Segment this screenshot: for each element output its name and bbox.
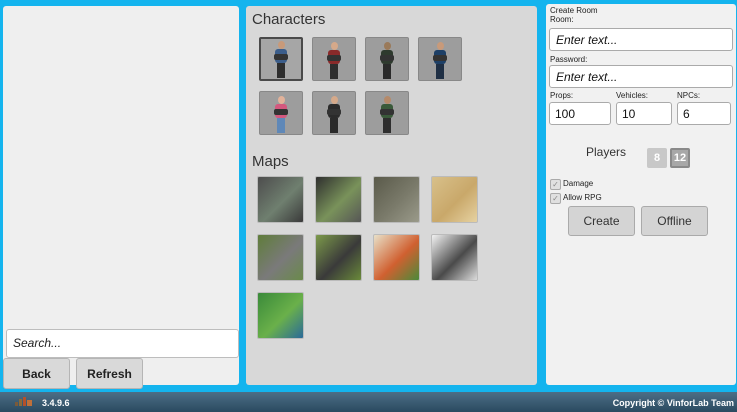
offline-button[interactable]: Offline (641, 206, 708, 236)
password-input[interactable]: Enter text... (549, 65, 733, 88)
character-thumb-char-1[interactable] (259, 37, 303, 81)
studio-logo-icon (15, 397, 32, 406)
selection-panel: Characters Maps (246, 6, 537, 385)
map-thumb-map-city-2[interactable] (315, 176, 362, 223)
npcs-label: NPCs: (677, 91, 701, 100)
character-thumb-char-2[interactable] (312, 37, 356, 81)
map-thumb-map-desert[interactable] (431, 176, 478, 223)
character-figure-icon (272, 94, 290, 134)
npcs-input[interactable]: 6 (677, 102, 731, 125)
maps-heading: Maps (252, 153, 289, 170)
props-label: Props: (550, 91, 574, 100)
damage-label: Damage (563, 179, 594, 188)
character-figure-icon (325, 94, 343, 134)
vehicles-label: Vehicles: (616, 91, 649, 100)
create-button[interactable]: Create (568, 206, 635, 236)
map-thumb-map-city-1[interactable] (257, 176, 304, 223)
damage-checkbox[interactable]: ✓ (550, 179, 561, 190)
room-list-panel: Search... Back Refresh (3, 6, 239, 389)
refresh-button[interactable]: Refresh (76, 358, 143, 389)
character-thumb-char-3[interactable] (365, 37, 409, 81)
character-thumb-char-4[interactable] (418, 37, 462, 81)
props-input[interactable]: 100 (549, 102, 611, 125)
map-thumb-map-green-town[interactable] (257, 292, 304, 339)
character-figure-icon (431, 40, 449, 80)
map-thumb-map-flat[interactable] (431, 234, 478, 281)
character-thumb-char-5[interactable] (259, 91, 303, 135)
allow-rpg-label: Allow RPG (563, 193, 602, 202)
character-figure-icon (378, 94, 396, 134)
character-figure-icon (378, 40, 396, 80)
map-thumb-map-town[interactable] (373, 234, 420, 281)
characters-heading: Characters (252, 11, 326, 28)
create-room-header: Create Room (550, 6, 598, 15)
room-label: Room: (550, 15, 574, 24)
password-label: Password: (550, 55, 588, 64)
back-button[interactable]: Back (3, 358, 70, 389)
room-name-input[interactable]: Enter text... (549, 28, 733, 51)
allow-rpg-checkbox[interactable]: ✓ (550, 193, 561, 204)
map-thumb-map-roads[interactable] (315, 234, 362, 281)
map-thumb-map-green-field[interactable] (257, 234, 304, 281)
character-figure-icon (272, 39, 290, 79)
search-input[interactable]: Search... (6, 329, 239, 358)
character-thumb-char-6[interactable] (312, 91, 356, 135)
map-thumb-map-city-3[interactable] (373, 176, 420, 223)
copyright-text: Copyright © VinforLab Team (612, 398, 734, 408)
vehicles-input[interactable]: 10 (616, 102, 672, 125)
players-12-button[interactable]: 12 (670, 148, 690, 168)
version-text: 3.4.9.6 (42, 398, 70, 408)
character-figure-icon (325, 40, 343, 80)
players-label: Players (586, 145, 627, 159)
create-room-panel: Create Room Room: Enter text... Password… (546, 4, 736, 385)
character-thumb-char-7[interactable] (365, 91, 409, 135)
footer-bar: 3.4.9.6 Copyright © VinforLab Team (0, 392, 737, 412)
players-8-button[interactable]: 8 (647, 148, 667, 168)
